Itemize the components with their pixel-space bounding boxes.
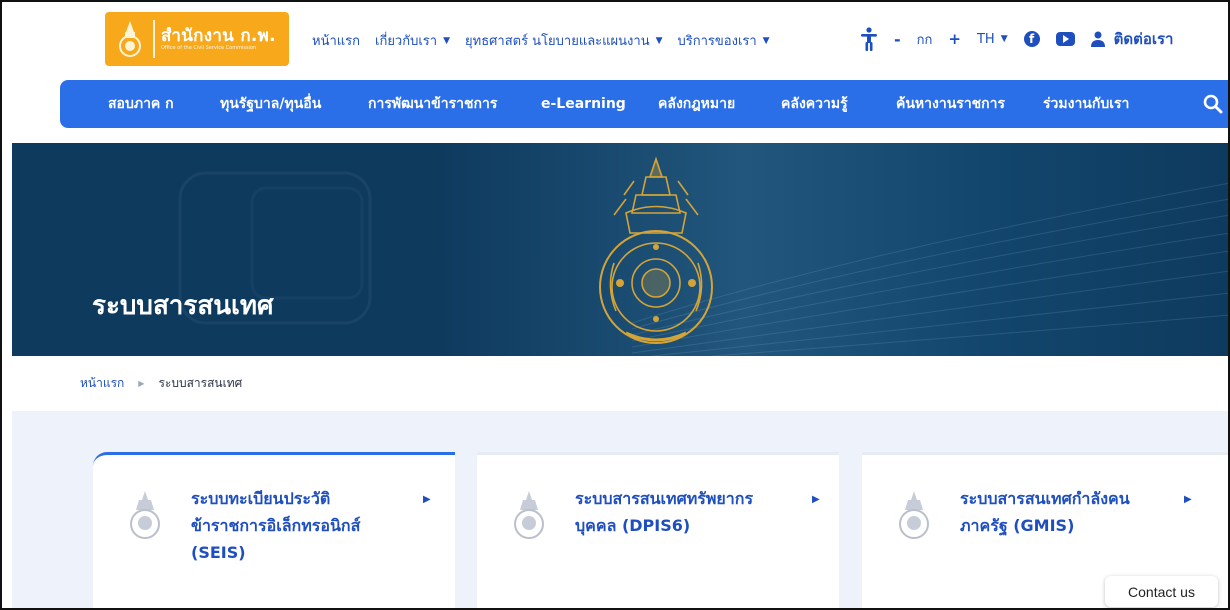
contact-link-label: ติดต่อเรา (1113, 30, 1174, 48)
system-card-title: ระบบสารสนเทศทรัพยากร บุคคล (DPIS6) (575, 485, 805, 539)
system-card-dpis6[interactable]: ระบบสารสนเทศทรัพยากร บุคคล (DPIS6) ▶ (477, 452, 839, 610)
ocsc-emblem-icon (599, 156, 713, 344)
breadcrumb: หน้าแรก ▶ ระบบสารสนเทศ (80, 374, 242, 393)
caret-down-icon: ▼ (443, 35, 451, 46)
font-increase-button[interactable]: + (948, 30, 961, 48)
mainnav-knowledge[interactable]: คลังความรู้ (781, 93, 848, 115)
mainnav-scholarship[interactable]: ทุนรัฐบาล/ทุนอื่น (220, 93, 321, 115)
logo-main-text: สำนักงาน ก.พ. (161, 25, 276, 46)
mainnav-jobs[interactable]: ค้นหางานราชการ (896, 93, 1005, 115)
user-icon (1090, 31, 1105, 47)
topnav-strategy[interactable]: ยุทธศาสตร์ นโยบายและแผนงาน ▼ (465, 30, 663, 51)
chevron-right-icon: ▶ (812, 494, 820, 505)
system-card-seis[interactable]: ระบบทะเบียนประวัติ ข้าราชการอิเล็กทรอนิก… (93, 452, 455, 610)
facebook-link[interactable]: f (1023, 31, 1040, 47)
utility-tools: - กก + TH ▼ f ติดต่อเรา (860, 24, 1173, 54)
page-title: ระบบสารสนเทศ (92, 291, 274, 321)
language-label: TH (976, 31, 995, 47)
youtube-icon (1055, 32, 1075, 46)
topnav-services[interactable]: บริการของเรา ▼ (678, 30, 770, 51)
system-card-title: ระบบสารสนเทศกำลังคน ภาครัฐ (GMIS) (960, 485, 1180, 539)
contact-link[interactable]: ติดต่อเรา (1090, 27, 1174, 51)
main-nav: สอบภาค ก ทุนรัฐบาล/ทุนอื่น การพัฒนาข้ารา… (60, 80, 1230, 128)
top-nav: หน้าแรก เกี่ยวกับเรา ▼ ยุทธศาสตร์ นโยบาย… (312, 30, 785, 51)
site-logo[interactable]: สำนักงาน ก.พ. Office of the Civil Servic… (105, 12, 289, 66)
card-title-line: ระบบสารสนเทศกำลังคน (960, 489, 1130, 508)
contact-us-button[interactable]: Contact us (1105, 576, 1218, 607)
language-select[interactable]: TH ▼ (977, 32, 1008, 47)
mainnav-elearning[interactable]: e-Learning (541, 96, 626, 112)
card-title-line: บุคคล (DPIS6) (575, 516, 691, 535)
topnav-home[interactable]: หน้าแรก (312, 30, 360, 51)
mainnav-careers[interactable]: ร่วมงานกับเรา (1043, 93, 1129, 115)
logo-text: สำนักงาน ก.พ. Office of the Civil Servic… (161, 27, 276, 52)
card-title-line: (SEIS) (191, 543, 246, 562)
topnav-label: เกี่ยวกับเรา (375, 34, 438, 49)
topnav-label: หน้าแรก (312, 34, 360, 49)
topnav-label: บริการของเรา (677, 34, 757, 49)
top-bar: สำนักงาน ก.พ. Office of the Civil Servic… (0, 0, 1230, 78)
breadcrumb-separator-icon: ▶ (138, 379, 145, 388)
font-decrease-label: - (894, 29, 901, 49)
chevron-right-icon: ▶ (1184, 494, 1192, 505)
youtube-link[interactable] (1055, 32, 1075, 46)
logo-sub-text: Office of the Civil Service Commission (161, 44, 257, 51)
font-size-text: กก (916, 32, 933, 48)
font-size-label: กก (917, 29, 933, 50)
topnav-about[interactable]: เกี่ยวกับเรา ▼ (375, 30, 450, 51)
logo-divider (153, 20, 155, 58)
mainnav-law[interactable]: คลังกฎหมาย (658, 93, 735, 115)
card-title-line: ระบบทะเบียนประวัติ (191, 489, 331, 508)
ocsc-emblem-icon (130, 491, 160, 539)
font-decrease-button[interactable]: - (894, 30, 901, 49)
hero-banner: ระบบสารสนเทศ (12, 143, 1230, 356)
chevron-right-icon: ▶ (423, 494, 431, 505)
breadcrumb-current: ระบบสารสนเทศ (158, 376, 243, 390)
search-icon[interactable] (1203, 94, 1223, 114)
facebook-icon: f (1023, 31, 1040, 47)
card-title-line: ข้าราชการอิเล็กทรอนิกส์ (191, 516, 361, 535)
caret-down-icon: ▼ (655, 35, 663, 46)
ocsc-emblem-icon (899, 491, 929, 539)
breadcrumb-home-link[interactable]: หน้าแรก (80, 374, 124, 393)
caret-down-icon: ▼ (762, 35, 770, 46)
topnav-label: ยุทธศาสตร์ นโยบายและแผนงาน (465, 34, 650, 49)
mainnav-exam[interactable]: สอบภาค ก (108, 93, 174, 115)
accessibility-button[interactable] (860, 27, 878, 51)
ocsc-emblem-icon (514, 491, 544, 539)
accessibility-icon (861, 27, 877, 51)
card-title-line: ภาครัฐ (GMIS) (960, 516, 1075, 535)
caret-down-icon: ▼ (1000, 34, 1008, 44)
card-title-line: ระบบสารสนเทศทรัพยากร (575, 489, 754, 508)
font-increase-label: + (948, 30, 961, 48)
system-card-title: ระบบทะเบียนประวัติ ข้าราชการอิเล็กทรอนิก… (191, 485, 411, 566)
mainnav-development[interactable]: การพัฒนาข้าราชการ (368, 93, 497, 115)
emblem-icon (119, 21, 141, 57)
